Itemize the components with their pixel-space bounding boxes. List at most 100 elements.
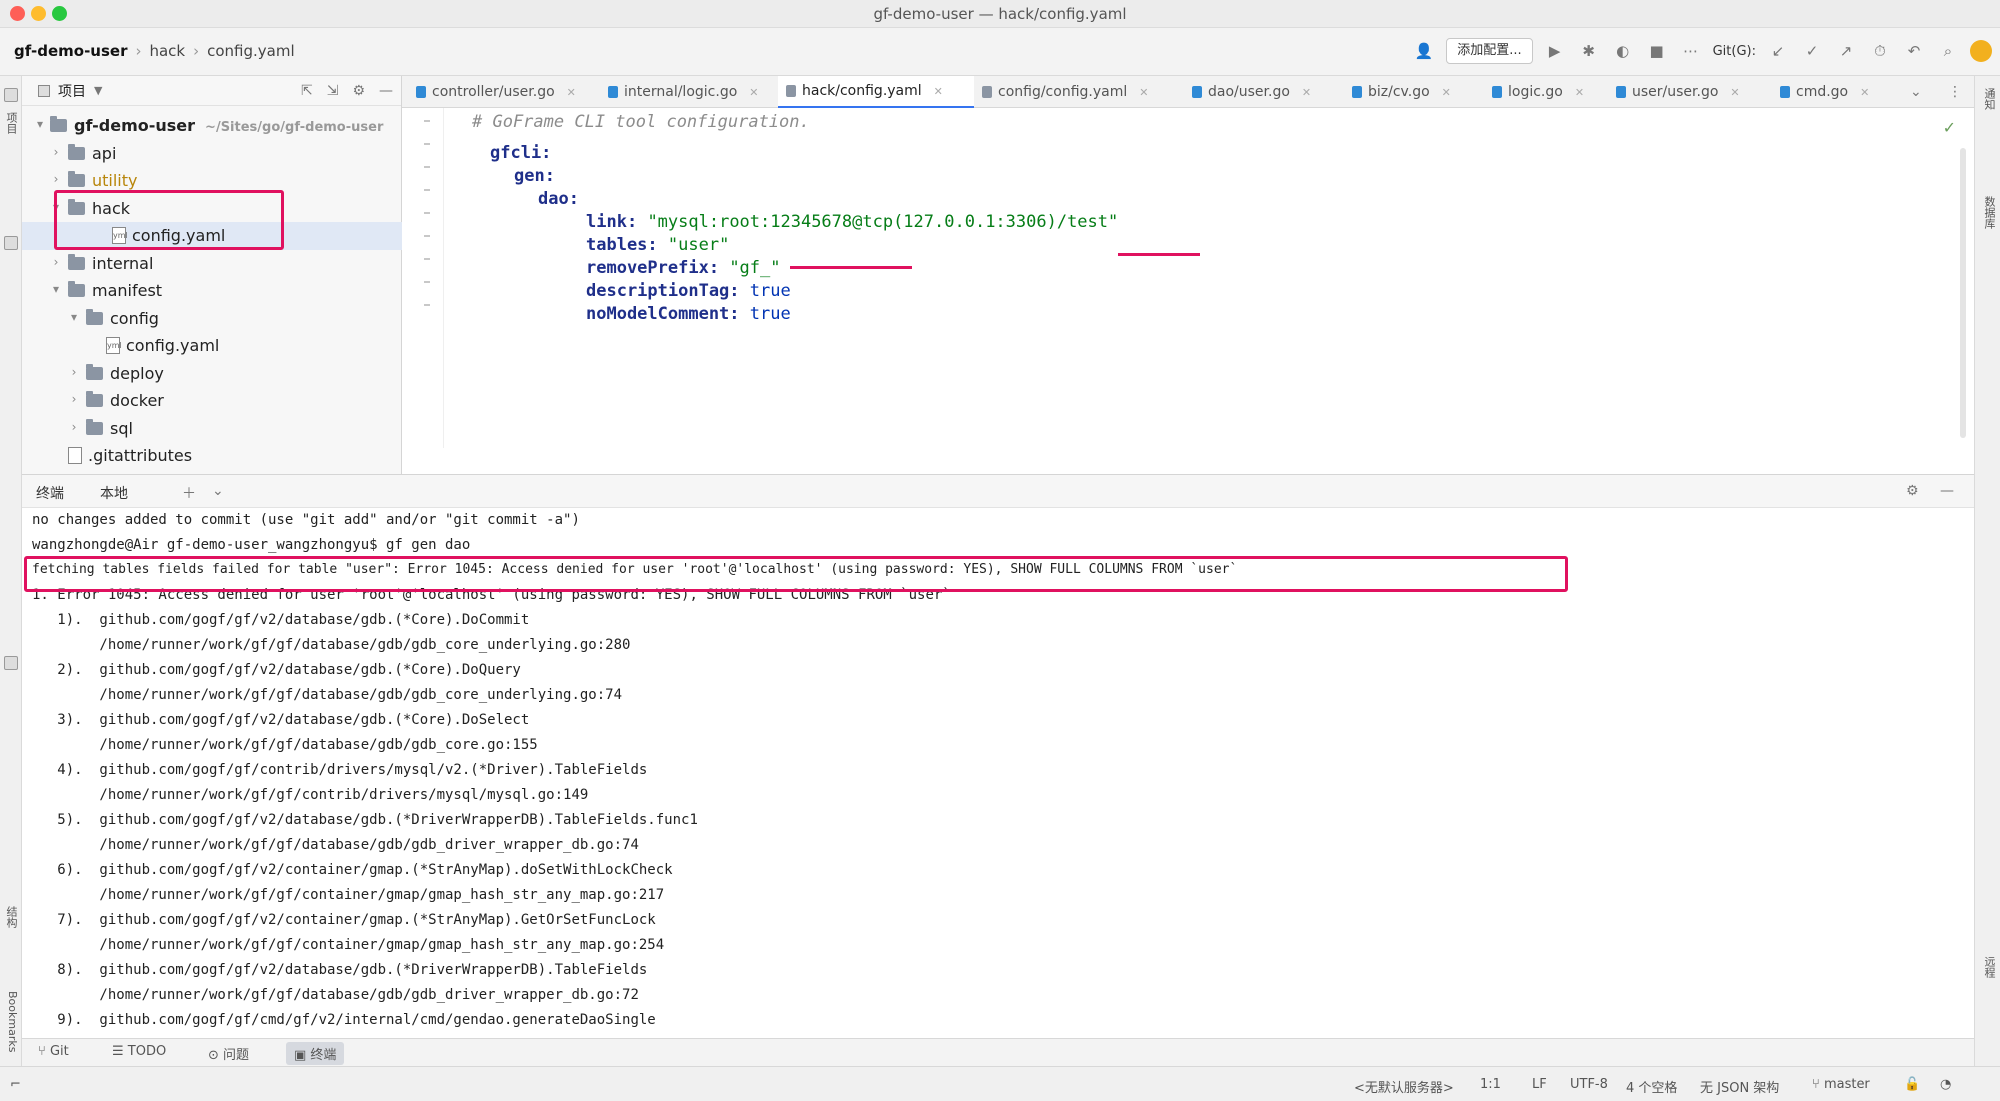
close-icon[interactable]: ✕ (567, 86, 576, 99)
status-git-branch[interactable]: ⑂ master (1812, 1077, 1870, 1092)
coverage-icon[interactable]: ◐ (1611, 39, 1635, 63)
more-actions-icon[interactable]: ⋯ (1679, 39, 1703, 63)
user-icon[interactable]: 👤 (1412, 39, 1436, 63)
fold-marker[interactable] (424, 212, 430, 214)
breadcrumb-file[interactable]: config.yaml (207, 42, 295, 60)
structure-tool-label[interactable]: 结构 (3, 906, 19, 928)
todo-tool-button[interactable]: ☰ TODO (112, 1044, 166, 1059)
debug-icon[interactable]: ✱ (1577, 39, 1601, 63)
tab-local[interactable]: 本地 (100, 483, 128, 510)
git-tool-button[interactable]: ⑂ Git (38, 1044, 69, 1059)
tab-dao-user[interactable]: dao/user.go ✕ (1184, 76, 1344, 108)
tab-controller-user[interactable]: controller/user.go ✕ (408, 76, 600, 108)
tree-item-deploy[interactable]: › deploy (22, 360, 402, 388)
chevron-right-icon[interactable]: › (68, 392, 80, 406)
tree-item-manifest-config-yaml[interactable]: yml config.yaml (22, 332, 402, 360)
gear-icon[interactable]: ⚙ (352, 83, 365, 99)
close-icon[interactable]: ✕ (749, 86, 758, 99)
status-encoding[interactable]: UTF-8 (1570, 1077, 1608, 1092)
tab-cmd[interactable]: cmd.go ✕ (1772, 76, 1890, 108)
chevron-down-icon[interactable]: ▾ (34, 117, 46, 131)
editor-scrollbar[interactable] (1960, 148, 1966, 438)
code-editor[interactable]: # GoFrame CLI tool configuration. gfcli:… (402, 108, 1974, 448)
notifications-tool-label[interactable]: 通知 (1981, 88, 1997, 110)
close-icon[interactable]: ✕ (1302, 86, 1311, 99)
vcs-push-icon[interactable]: ↗ (1834, 39, 1858, 63)
project-panel-title[interactable]: 项目 (58, 81, 86, 101)
chevron-down-icon[interactable]: ⌄ (212, 483, 224, 499)
commit-tool-icon[interactable] (4, 236, 18, 250)
tab-more-options[interactable]: ⋮ (1940, 76, 1966, 108)
vcs-update-icon[interactable]: ↙ (1766, 39, 1790, 63)
terminal-tool-button[interactable]: ▣ 终端 (286, 1042, 345, 1065)
run-icon[interactable]: ▶ (1543, 39, 1567, 63)
fold-marker[interactable] (424, 258, 430, 260)
problems-tool-button[interactable]: ⊙ 问题 (208, 1044, 249, 1063)
close-icon[interactable]: ✕ (934, 85, 943, 98)
close-icon[interactable]: ✕ (1730, 86, 1739, 99)
fold-marker[interactable] (424, 189, 430, 191)
status-json-schema[interactable]: 无 JSON 架构 (1700, 1077, 1779, 1096)
bookmarks-tool-label[interactable]: Bookmarks (3, 991, 19, 1052)
tab-logic[interactable]: logic.go ✕ (1484, 76, 1608, 108)
chevron-down-icon[interactable]: ▾ (68, 310, 80, 324)
project-tool-icon[interactable] (4, 88, 18, 102)
chevron-right-icon[interactable]: › (68, 420, 80, 434)
tab-user-user[interactable]: user/user.go ✕ (1608, 76, 1772, 108)
remote-tool-label[interactable]: 远程 (1981, 956, 1997, 978)
tab-biz-cv[interactable]: biz/cv.go ✕ (1344, 76, 1484, 108)
status-indent[interactable]: 4 个空格 (1626, 1077, 1677, 1096)
close-icon[interactable]: ✕ (1442, 86, 1451, 99)
chevron-right-icon[interactable]: › (68, 365, 80, 379)
history-icon[interactable]: ⏱ (1868, 39, 1892, 63)
tab-list-dropdown[interactable]: ⌄ (1902, 76, 1932, 108)
memory-indicator-icon[interactable]: ◔ (1940, 1077, 1951, 1092)
notifications-icon[interactable] (1970, 40, 1992, 62)
tree-root[interactable]: ▾ gf-demo-user ~/Sites/go/gf-demo-user (22, 112, 402, 140)
tree-item-api[interactable]: › api (22, 140, 402, 168)
project-tool-label[interactable]: 项目 (3, 112, 19, 134)
add-configuration-button[interactable]: 添加配置... (1446, 38, 1533, 64)
status-server[interactable]: <无默认服务器> (1354, 1077, 1454, 1096)
hide-panel-icon[interactable]: — (1940, 483, 1954, 499)
tree-item-gitattributes[interactable]: .gitattributes (22, 442, 402, 470)
tree-item-docker[interactable]: › docker (22, 387, 402, 415)
lock-icon[interactable]: 🔓 (1904, 1077, 1920, 1092)
close-icon[interactable]: ✕ (1575, 86, 1584, 99)
fold-marker[interactable] (424, 235, 430, 237)
layout-icon[interactable]: ⌐ (10, 1077, 21, 1092)
tree-item-internal[interactable]: › internal (22, 250, 402, 278)
tree-item-sql[interactable]: › sql (22, 415, 402, 443)
close-icon[interactable]: ✕ (1139, 86, 1148, 99)
gear-icon[interactable]: ⚙ (1906, 483, 1919, 499)
collapse-all-icon[interactable]: ⇱ (301, 83, 313, 99)
tab-config-config-yaml[interactable]: config/config.yaml ✕ (974, 76, 1184, 108)
fold-marker[interactable] (424, 166, 430, 168)
chevron-right-icon[interactable]: › (50, 145, 62, 159)
status-line-separator[interactable]: LF (1532, 1077, 1547, 1092)
search-icon[interactable]: ⌕ (1936, 39, 1960, 63)
breadcrumb-root[interactable]: gf-demo-user (14, 42, 127, 60)
expand-all-icon[interactable]: ⇲ (327, 83, 339, 99)
fold-marker[interactable] (424, 304, 430, 306)
chevron-down-icon[interactable]: ▾ (50, 282, 62, 296)
chevron-right-icon[interactable]: › (50, 255, 62, 269)
vcs-commit-icon[interactable]: ✓ (1800, 39, 1824, 63)
tab-internal-logic[interactable]: internal/logic.go ✕ (600, 76, 778, 108)
inspection-ok-icon[interactable]: ✓ (1943, 118, 1956, 137)
structure-tool-icon[interactable] (4, 656, 18, 670)
database-tool-label[interactable]: 数据库 (1981, 196, 1997, 229)
fold-marker[interactable] (424, 143, 430, 145)
chevron-down-icon[interactable]: ▼ (94, 84, 102, 97)
stop-icon[interactable]: ■ (1645, 39, 1669, 63)
chevron-right-icon[interactable]: › (50, 172, 62, 186)
breadcrumb-folder[interactable]: hack (149, 42, 185, 60)
tree-item-manifest[interactable]: ▾ manifest (22, 277, 402, 305)
tree-item-config[interactable]: ▾ config (22, 305, 402, 333)
new-tab-icon[interactable]: ＋ (182, 483, 196, 503)
hide-panel-icon[interactable]: — (379, 83, 393, 99)
tab-terminal[interactable]: 终端 (36, 483, 64, 503)
tab-hack-config-yaml[interactable]: hack/config.yaml ✕ (778, 76, 974, 108)
fold-marker[interactable] (424, 120, 430, 122)
close-icon[interactable]: ✕ (1860, 86, 1869, 99)
